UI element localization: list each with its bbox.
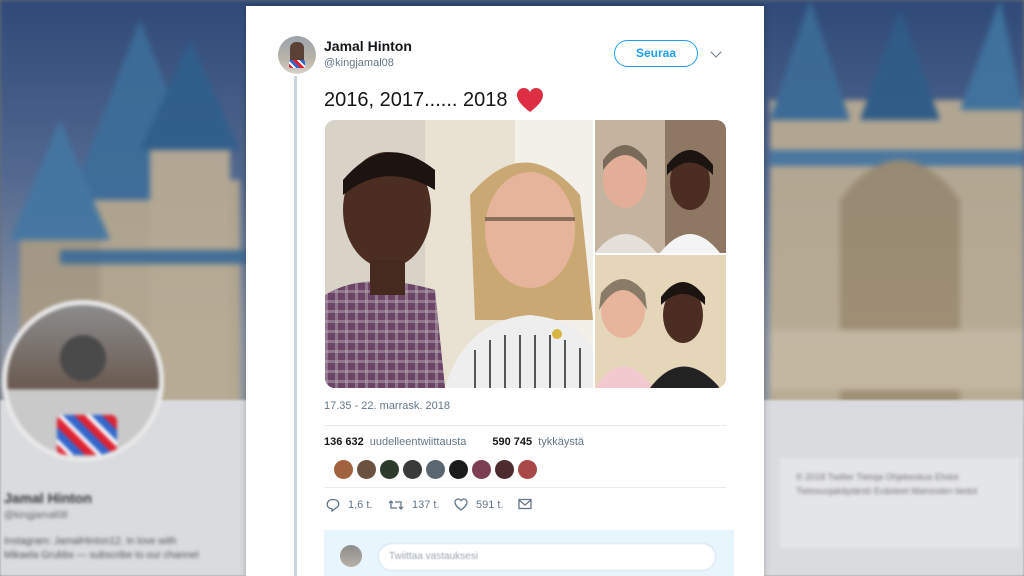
background-profile-handle: @kingjamal08: [4, 510, 68, 521]
liker-avatar[interactable]: [403, 460, 422, 479]
message-icon: [518, 498, 532, 510]
reply-count: 1,6 t.: [348, 499, 373, 511]
likes-label[interactable]: tykkäystä: [538, 436, 584, 448]
footer-line: © 2018 Twitter Tietoja Ohjekeskus Ehdot: [796, 472, 959, 482]
current-user-avatar: [340, 545, 362, 567]
retweet-icon: [388, 500, 404, 510]
author-handle[interactable]: @kingjamal08: [324, 57, 394, 69]
liker-avatar[interactable]: [518, 460, 537, 479]
reply-action[interactable]: 1,6 t.: [326, 498, 372, 512]
retweet-action[interactable]: 137 t.: [388, 498, 440, 512]
tweet-text: 2016, 2017...... 2018: [324, 87, 544, 113]
like-action[interactable]: 591 t.: [454, 498, 504, 511]
likes-count[interactable]: 590 745: [492, 436, 532, 448]
like-icon: [454, 498, 468, 511]
red-heart-icon: [516, 88, 543, 112]
tweet-stats: 136 632 uudelleentwiittausta 590 745 tyk…: [324, 436, 584, 448]
tweet-photo-bottom-right[interactable]: [595, 255, 726, 388]
background-profile-avatar: [2, 300, 164, 462]
divider: [324, 487, 726, 488]
liker-avatar[interactable]: [357, 460, 376, 479]
tweet-actions: 1,6 t. 137 t. 591 t.: [326, 498, 626, 518]
tweet-text-content: 2016, 2017...... 2018: [324, 88, 508, 111]
retweets-label[interactable]: uudelleentwiittausta: [370, 436, 467, 448]
thread-line: [294, 76, 297, 576]
like-count: 591 t.: [476, 498, 504, 511]
direct-message-action[interactable]: [518, 498, 532, 510]
tweet-media-grid[interactable]: [325, 120, 726, 388]
background-bio-line: Mikaela Grubbs — subscribe to our channe…: [4, 550, 199, 561]
liker-avatar[interactable]: [334, 460, 353, 479]
liker-avatar[interactable]: [380, 460, 399, 479]
liker-avatar[interactable]: [495, 460, 514, 479]
likers-avatars: [334, 460, 537, 479]
reply-icon: [326, 498, 340, 512]
background-bio-line: Instagram: JamalHinton12. In love with: [4, 536, 177, 547]
footer-line: Tietosuojakäytäntö Evästeet Mainosten ti…: [796, 486, 978, 496]
liker-avatar[interactable]: [449, 460, 468, 479]
background-footer-links: © 2018 Twitter Tietoja Ohjekeskus Ehdot …: [780, 458, 1020, 548]
liker-avatar[interactable]: [426, 460, 445, 479]
tweet-timestamp[interactable]: 17.35 - 22. marrask. 2018: [324, 400, 450, 412]
background-profile-name: Jamal Hinton: [4, 490, 92, 506]
author-name[interactable]: Jamal Hinton: [324, 38, 412, 54]
reply-input[interactable]: Twiittaa vastauksesi: [378, 543, 716, 571]
follow-button[interactable]: Seuraa: [614, 40, 698, 67]
divider: [324, 425, 726, 426]
liker-avatar[interactable]: [472, 460, 491, 479]
retweet-count: 137 t.: [412, 499, 440, 511]
author-avatar[interactable]: [278, 36, 316, 74]
tweet-photo-top-right[interactable]: [595, 120, 726, 253]
tweet-photo-main[interactable]: [325, 120, 593, 388]
retweets-count[interactable]: 136 632: [324, 436, 364, 448]
